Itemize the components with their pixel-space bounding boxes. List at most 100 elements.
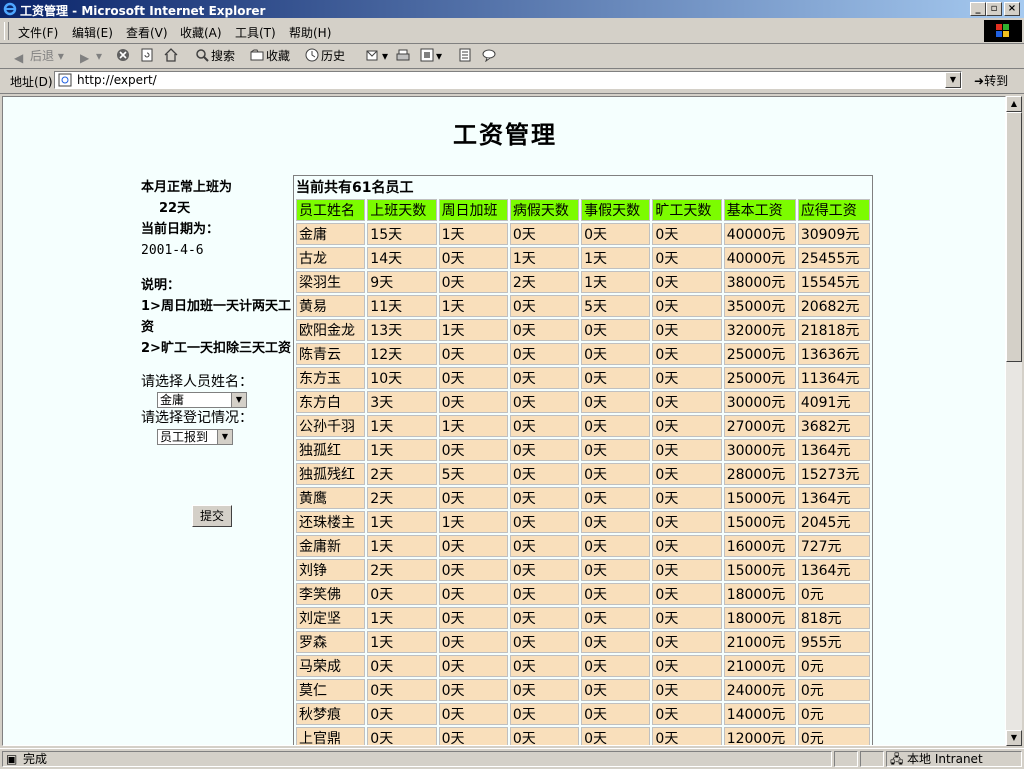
- status-text: 完成: [23, 752, 48, 766]
- table-cell: 0天: [652, 727, 722, 745]
- menu-file[interactable]: 文件(F): [18, 24, 58, 41]
- table-cell: 1天: [367, 439, 437, 461]
- go-button[interactable]: ➜转到: [974, 72, 1008, 89]
- table-cell: 梁羽生: [296, 271, 366, 293]
- title-bar: 工资管理 - Microsoft Internet Explorer _ ▫ ×: [0, 0, 1024, 18]
- scroll-thumb[interactable]: [1006, 112, 1022, 362]
- table-cell: 1天: [367, 511, 437, 533]
- table-cell: 0天: [652, 607, 722, 629]
- stop-icon: [117, 49, 129, 61]
- table-cell: 公孙千羽: [296, 415, 366, 437]
- edit-button[interactable]: ▾: [420, 47, 442, 65]
- menu-view[interactable]: 查看(V): [126, 24, 168, 41]
- menu-favorites[interactable]: 收藏(A): [180, 24, 222, 41]
- table-cell: 0天: [581, 607, 651, 629]
- page-icon: [58, 73, 72, 87]
- table-cell: 28000元: [723, 463, 796, 485]
- table-cell: 0天: [509, 415, 580, 437]
- mail-button[interactable]: ▾: [366, 47, 388, 65]
- table-cell: 14000元: [723, 703, 796, 725]
- address-label: 地址(D): [10, 75, 53, 89]
- scroll-down-button[interactable]: ▼: [1006, 730, 1022, 746]
- column-header: 上班天数: [367, 199, 437, 221]
- table-cell: 0天: [581, 367, 651, 389]
- minimize-button[interactable]: _: [970, 2, 986, 16]
- messenger-button[interactable]: [482, 47, 498, 65]
- print-button[interactable]: [396, 47, 412, 65]
- close-button[interactable]: ×: [1004, 2, 1020, 16]
- table-cell: 25000元: [723, 343, 796, 365]
- back-button[interactable]: ◀ 后退 ▾: [14, 47, 64, 65]
- column-header: 病假天数: [509, 199, 580, 221]
- table-cell: 东方玉: [296, 367, 366, 389]
- table-row: 马荣成 0天 0天 0天 0天 0天 21000元 0元: [296, 655, 870, 677]
- address-url: http://expert/: [77, 73, 157, 87]
- address-input[interactable]: http://expert/ ▼: [54, 71, 962, 89]
- forward-button[interactable]: ▶ ▾: [80, 47, 102, 65]
- table-cell: 上官鼎: [296, 727, 366, 745]
- status-cell-empty-2: [860, 751, 884, 767]
- menu-tools[interactable]: 工具(T): [235, 24, 276, 41]
- employee-name-select[interactable]: 金庸 ▼: [157, 391, 247, 408]
- submit-button[interactable]: 提交: [192, 505, 232, 527]
- column-header: 周日加班: [438, 199, 508, 221]
- table-cell: 1天: [367, 607, 437, 629]
- table-cell: 0天: [581, 319, 651, 341]
- table-cell: 0天: [509, 607, 580, 629]
- table-cell: 欧阳金龙: [296, 319, 366, 341]
- search-button[interactable]: 搜索: [195, 47, 235, 65]
- favorites-button[interactable]: 收藏: [250, 47, 290, 65]
- table-cell: 0天: [438, 487, 508, 509]
- table-cell: 3682元: [797, 415, 870, 437]
- table-cell: 0天: [652, 391, 722, 413]
- table-cell: 0天: [652, 343, 722, 365]
- home-button[interactable]: [164, 47, 180, 65]
- table-cell: 0天: [438, 391, 508, 413]
- scroll-up-button[interactable]: ▲: [1006, 96, 1022, 112]
- table-cell: 1天: [438, 295, 508, 317]
- table-cell: 0天: [581, 343, 651, 365]
- restore-button[interactable]: ▫: [986, 2, 1002, 16]
- table-cell: 0天: [438, 703, 508, 725]
- table-cell: 0天: [652, 295, 722, 317]
- search-icon: [196, 49, 209, 62]
- table-row: 东方玉 10天 0天 0天 0天 0天 25000元 11364元: [296, 367, 870, 389]
- table-cell: 727元: [797, 535, 870, 557]
- table-cell: 18000元: [723, 607, 796, 629]
- stop-button[interactable]: [116, 47, 132, 65]
- history-button[interactable]: 历史: [305, 47, 345, 65]
- table-cell: 独孤残红: [296, 463, 366, 485]
- refresh-icon: [141, 48, 153, 62]
- table-cell: 莫仁: [296, 679, 366, 701]
- status-text-cell: ▣ 完成: [2, 751, 832, 767]
- status-zone-cell: 🖧 本地 Intranet: [886, 751, 1022, 767]
- table-cell: 2天: [367, 559, 437, 581]
- table-row: 刘铮 2天 0天 0天 0天 0天 15000元 1364元: [296, 559, 870, 581]
- table-cell: 1天: [438, 223, 508, 245]
- table-cell: 13636元: [797, 343, 870, 365]
- standard-toolbar: ◀ 后退 ▾ ▶ ▾ 搜索 收藏 历史 ▾ ▾: [0, 44, 1024, 69]
- table-row: 上官鼎 0天 0天 0天 0天 0天 12000元 0元: [296, 727, 870, 745]
- table-cell: 东方白: [296, 391, 366, 413]
- table-cell: 0天: [438, 271, 508, 293]
- table-cell: 0天: [509, 511, 580, 533]
- address-dropdown-button[interactable]: ▼: [945, 72, 961, 88]
- table-cell: 0天: [652, 655, 722, 677]
- status-select[interactable]: 员工报到 ▼: [157, 428, 233, 445]
- work-days-value: 22天: [159, 201, 191, 216]
- table-cell: 0天: [581, 391, 651, 413]
- vertical-scrollbar[interactable]: ▲ ▼: [1006, 96, 1022, 746]
- menu-help[interactable]: 帮助(H): [289, 24, 331, 41]
- status-bar: ▣ 完成 🖧 本地 Intranet: [0, 748, 1024, 769]
- menu-edit[interactable]: 编辑(E): [72, 24, 113, 41]
- table-cell: 21000元: [723, 631, 796, 653]
- column-header: 员工姓名: [296, 199, 366, 221]
- refresh-button[interactable]: [140, 47, 156, 65]
- table-row: 刘定坚 1天 0天 0天 0天 0天 18000元 818元: [296, 607, 870, 629]
- table-cell: 0天: [581, 511, 651, 533]
- table-cell: 0天: [438, 607, 508, 629]
- table-row: 独孤红 1天 0天 0天 0天 0天 30000元 1364元: [296, 439, 870, 461]
- table-cell: 0天: [652, 703, 722, 725]
- discuss-button[interactable]: [458, 47, 474, 65]
- forward-arrow-icon: ▶: [80, 51, 90, 65]
